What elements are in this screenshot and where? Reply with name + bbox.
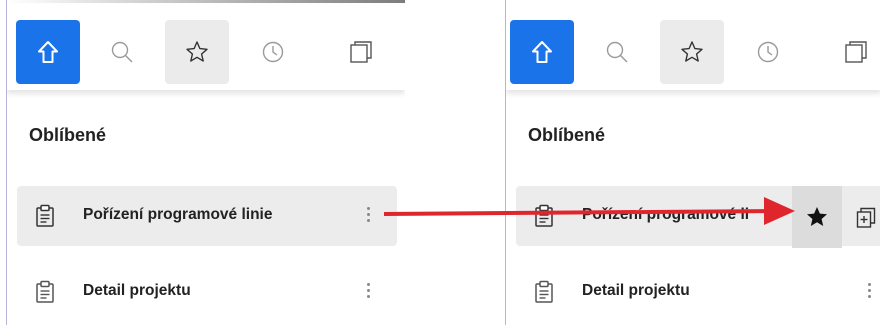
annotation-arrow-line [383, 209, 775, 216]
annotation-arrow-head [764, 197, 795, 225]
annotation-arrow [383, 197, 795, 225]
